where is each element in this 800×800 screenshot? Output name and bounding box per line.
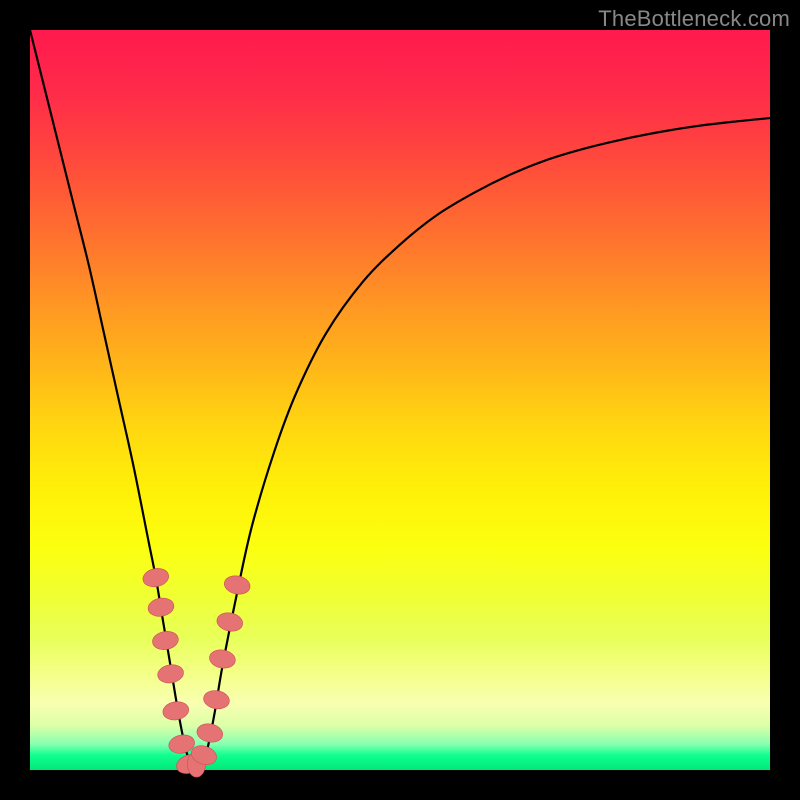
marker-point	[195, 722, 224, 745]
marker-point	[223, 574, 252, 597]
plot-area	[30, 30, 770, 770]
marker-point	[147, 596, 176, 618]
marker-point	[161, 700, 190, 722]
marker-point	[141, 566, 170, 589]
marker-point	[215, 611, 244, 634]
marker-point	[202, 689, 231, 711]
watermark-text: TheBottleneck.com	[598, 6, 790, 32]
marker-point	[151, 629, 180, 651]
curve-svg	[30, 30, 770, 770]
marker-point	[208, 648, 237, 670]
chart-container: TheBottleneck.com	[0, 0, 800, 800]
bottleneck-curve	[30, 30, 770, 773]
marker-point	[156, 663, 185, 685]
